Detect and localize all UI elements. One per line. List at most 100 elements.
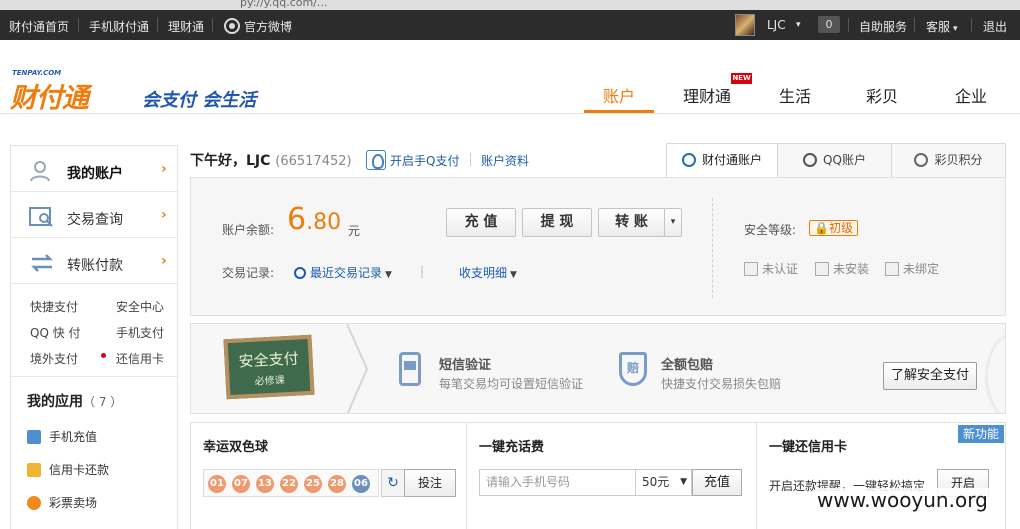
account-profile-link[interactable]: 账户资料: [481, 152, 529, 169]
weibo-icon: [224, 18, 240, 34]
security-level-value: 初级: [828, 221, 853, 235]
top-link-self-service[interactable]: 自助服务: [859, 18, 907, 35]
balance-amount: 6.80: [287, 202, 341, 237]
app-mobile-recharge[interactable]: 手机充值: [27, 428, 97, 445]
tab-tenpay-account[interactable]: 财付通账户: [666, 143, 778, 178]
greeting-text: 下午好，LJC: [190, 153, 271, 169]
qq-pay-label: 开启手Q支付: [390, 154, 460, 168]
balance-label: 账户余额:: [222, 223, 275, 237]
withdraw-button[interactable]: 提 现: [522, 208, 592, 237]
sidebar-link-quick-pay[interactable]: 快捷支付: [30, 298, 78, 315]
chevron-right-icon: ›: [161, 161, 167, 177]
chevron-down-icon[interactable]: ▾: [796, 20, 801, 30]
user-icon: [30, 161, 50, 182]
app-lottery[interactable]: 彩票卖场: [27, 494, 97, 511]
message-count-badge[interactable]: 0: [818, 16, 840, 33]
shield-icon: 赔: [619, 352, 647, 386]
credit-card-title: 一键还信用卡: [769, 440, 848, 455]
logout-link[interactable]: 退出: [983, 18, 1007, 35]
sidebar-link-security-center[interactable]: 安全中心: [116, 298, 164, 315]
recent-transactions-dropdown[interactable]: 最近交易记录 ▼: [294, 264, 392, 281]
phone-bind-icon: [885, 262, 899, 276]
sidebar-item-transactions[interactable]: 交易查询 ›: [11, 194, 177, 238]
transfer-dropdown-button[interactable]: ▾: [664, 208, 682, 237]
recharge-button[interactable]: 充 值: [446, 208, 516, 237]
user-id: (66517452): [275, 154, 352, 169]
verify-status-label: 未认证: [762, 262, 799, 276]
amount-select[interactable]: 50元 ▼: [636, 469, 692, 496]
tab-qq-account[interactable]: QQ账户: [777, 143, 892, 178]
enable-qq-pay-link[interactable]: 开启手Q支付: [366, 150, 459, 170]
caibei-icon: [914, 153, 929, 167]
apps-count: （ 7 ）: [83, 395, 123, 409]
top-link-weibo[interactable]: 官方微博: [224, 18, 292, 35]
chevron-down-icon: ▼: [510, 270, 517, 280]
sidebar-link-qq-pay[interactable]: QQ 快 付: [30, 324, 81, 341]
account-summary-panel: 账户余额: 6.80 元 充 值 提 现 转 账 ▾ 交易记录: 最近交易记录 ▼…: [190, 177, 1006, 316]
phone-recharge-title: 一键充话费: [479, 440, 545, 455]
transfer-icon: [31, 254, 53, 272]
sidebar-item-label: 交易查询: [67, 212, 123, 228]
sidebar-item-my-account[interactable]: 我的账户 ›: [11, 148, 177, 192]
binding-status-label: 未绑定: [903, 262, 940, 276]
sidebar-link-overseas-pay[interactable]: 境外支付: [30, 350, 78, 367]
certificate-status[interactable]: 未安装: [815, 260, 869, 277]
refresh-icon[interactable]: ↻: [381, 469, 405, 497]
browser-address-strip: py://y.qq.com/...: [0, 0, 1020, 10]
top-bar: 财付通首页 手机财付通 理财通 官方微博 LJC ▾ 0 自助服务 客服 ▾ 退出: [0, 10, 1020, 40]
nav-licaitong[interactable]: 理财通: [683, 83, 731, 109]
app-label: 手机充值: [49, 430, 98, 444]
nav-enterprise[interactable]: 企业: [955, 83, 987, 109]
customer-service-label: 客服: [926, 20, 951, 34]
account-tabs: 财付通账户 QQ账户 彩贝积分: [666, 143, 1006, 178]
currency-unit: 元: [348, 224, 361, 238]
security-level-badge[interactable]: 🔒初级: [809, 220, 858, 236]
red-ball: 25: [304, 475, 322, 493]
transaction-label: 交易记录:: [222, 266, 275, 280]
logo-wordmark: 财付通: [10, 83, 89, 114]
nav-account[interactable]: 账户: [603, 83, 635, 109]
top-separator: [848, 18, 849, 32]
tenpay-icon: [681, 153, 696, 167]
certificate-icon: [815, 262, 829, 276]
link-separator: |: [420, 264, 425, 278]
header-divider: [0, 113, 1020, 114]
tab-label: 彩贝积分: [934, 153, 983, 167]
chalk-title: 安全支付: [238, 349, 300, 371]
chevron-right-icon: ›: [161, 207, 167, 223]
phone-number-input[interactable]: 请输入手机号码: [479, 469, 636, 496]
phone-binding-status[interactable]: 未绑定: [885, 260, 939, 277]
sidebar-link-credit-card[interactable]: 还信用卡: [116, 350, 164, 367]
top-link-mobile[interactable]: 手机财付通: [89, 18, 149, 35]
left-sidebar: 我的账户 › 交易查询 › 转账付款 › 快捷支付 安全中心 QQ 快 付 手机…: [10, 145, 178, 529]
nav-caibei[interactable]: 彩贝: [866, 83, 898, 109]
avatar[interactable]: [735, 14, 755, 36]
top-link-licaitong[interactable]: 理财通: [168, 18, 204, 35]
lottery-balls: 01 07 13 22 25 28 06: [203, 469, 379, 497]
qq-penguin-icon: [803, 153, 818, 167]
top-link-home[interactable]: 财付通首页: [9, 18, 69, 35]
app-credit-card-repay[interactable]: 信用卡还款: [27, 461, 109, 478]
search-record-icon: [29, 207, 53, 227]
verify-status[interactable]: 未认证: [744, 260, 798, 277]
top-separator: [78, 18, 79, 32]
top-link-customer-service[interactable]: 客服 ▾: [926, 18, 958, 35]
full-compensation-desc: 快捷支付交易损失包赔: [661, 377, 782, 391]
nav-life[interactable]: 生活: [779, 83, 811, 109]
sidebar-item-transfer[interactable]: 转账付款 ›: [11, 240, 177, 284]
bet-button[interactable]: 投注: [404, 469, 456, 497]
tenpay-logo[interactable]: TENPAY.COM 财付通 会支付 会生活: [10, 66, 270, 114]
username[interactable]: LJC: [767, 18, 786, 32]
sidebar-link-mobile-pay[interactable]: 手机支付: [116, 324, 164, 341]
transfer-button[interactable]: 转 账: [598, 208, 665, 237]
learn-secure-pay-button[interactable]: 了解安全支付: [883, 362, 977, 390]
logo-slogan: 会支付 会生活: [142, 90, 257, 111]
new-feature-badge: 新功能: [958, 425, 1004, 443]
phone-recharge-button[interactable]: 充值: [692, 469, 742, 496]
income-expense-detail-dropdown[interactable]: 收支明细 ▼: [459, 264, 517, 281]
sidebar-item-label: 我的账户: [67, 166, 123, 182]
top-separator: [971, 18, 972, 32]
tab-caibei-points[interactable]: 彩贝积分: [891, 143, 1006, 178]
red-ball: 07: [232, 475, 250, 493]
lottery-title: 幸运双色球: [203, 440, 269, 455]
